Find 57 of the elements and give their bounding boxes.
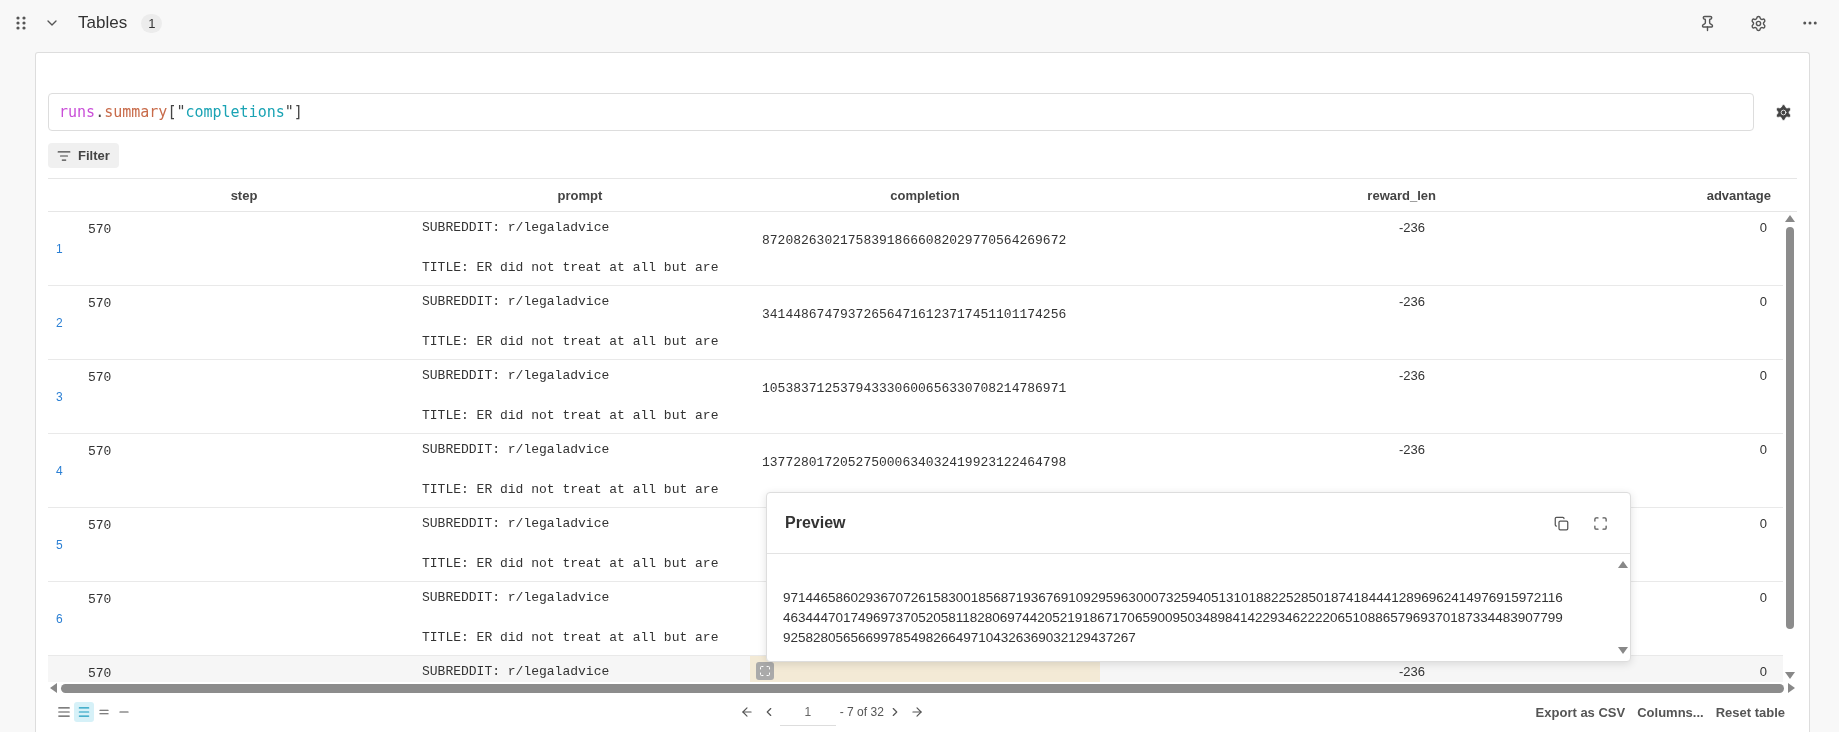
table-cell: 0 — [1759, 442, 1767, 457]
table-cell: -236 — [1398, 442, 1425, 457]
table-cell-text: 341448674793726564716123717451101174256 — [762, 305, 1067, 324]
row-density-button[interactable] — [74, 702, 94, 722]
filter-button[interactable]: Filter — [48, 143, 119, 168]
table-cell-text: 570 — [88, 517, 112, 535]
table-cell-text: 570 — [88, 295, 112, 313]
preview-text: 97144658602936707261583001856871936769109295963000732594051310188225285018741844412896962414976915972116 46344470174969737052058118280697442052191867170659009503489841422934622220651088657969370187334483907799 92582805656699785498266497104326369032129437267 — [783, 589, 1564, 647]
table-cell-text: SUBREDDIT: r/legaladvice TITLE: ER did not treat at all but are — [422, 219, 719, 277]
table-cell-text: SUBREDDIT: r/legaladvice TITLE: ER did not treat at all but are — [422, 367, 719, 425]
preview-title: Preview — [785, 514, 847, 532]
row-index-link[interactable]: 2 — [48, 315, 63, 330]
query-field[interactable]: runs.summary["completions"] — [48, 93, 1754, 131]
table-cell-text: 570 — [88, 591, 112, 609]
row-index-link[interactable]: 3 — [48, 389, 63, 404]
table-cell-text: SUBREDDIT: r/legaladvice TITLE: ER did not treat at all but are — [422, 293, 719, 351]
table-cell: -236 — [1398, 368, 1425, 383]
count-badge: 1 — [141, 13, 163, 33]
page-count: - 7 of 32 — [839, 705, 884, 719]
table-cell-text: SUBREDDIT: r/legaladvice — [422, 663, 610, 681]
lines-icon — [57, 705, 71, 719]
footer-action-button[interactable]: Columns... — [1631, 704, 1710, 720]
column-header[interactable]: step — [230, 187, 258, 203]
table-cell-text: 872082630217583918666082029770564269672 — [762, 231, 1067, 250]
row-index-link[interactable]: 4 — [48, 463, 63, 478]
table-cell-text: SUBREDDIT: r/legaladvice TITLE: ER did not treat at all but are — [422, 441, 719, 499]
table-cell: -236 — [1398, 294, 1425, 309]
column-header[interactable]: reward_len — [1367, 187, 1440, 203]
column-header[interactable]: completion — [890, 187, 960, 203]
table-cell-text: 570 — [88, 369, 112, 387]
table-cell-text: 570 — [88, 443, 112, 461]
row-index-link[interactable]: 6 — [48, 611, 63, 626]
table-cell: -236 — [1398, 220, 1425, 235]
table-cell: -236 — [1398, 664, 1425, 679]
table-cell: 0 — [1759, 516, 1767, 531]
lines-icon — [77, 705, 91, 719]
table-cell-text: 570 — [88, 665, 112, 682]
drag-handle-icon[interactable] — [16, 16, 26, 30]
table-cell-text: 570 — [88, 221, 112, 239]
row-index-link[interactable]: 5 — [48, 537, 63, 552]
table-cell-text: 137728017205275000634032419923122464798 — [762, 453, 1067, 472]
footer-action-button[interactable]: Reset table — [1709, 704, 1791, 720]
table-cell: 0 — [1759, 590, 1767, 605]
table-cell-text: SUBREDDIT: r/legaladvice TITLE: ER did not treat at all but are — [422, 589, 719, 647]
section-title: Tables — [78, 13, 128, 33]
column-header[interactable]: advantage — [1706, 187, 1775, 203]
table-cell: 0 — [1759, 294, 1767, 309]
table-cell: 0 — [1759, 368, 1767, 383]
filter-icon — [57, 148, 71, 163]
table-cell-text: SUBREDDIT: r/legaladvice TITLE: ER did not treat at all but are — [422, 515, 719, 573]
column-header[interactable]: prompt — [557, 187, 603, 203]
table-cell-text: 105383712537943330600656330708214786971 — [762, 379, 1067, 398]
footer-action-button[interactable]: Export as CSV — [1529, 704, 1632, 720]
table-cell: 0 — [1759, 220, 1767, 235]
expand-icon[interactable] — [756, 662, 774, 680]
row-index-link[interactable]: 1 — [48, 241, 63, 256]
table-cell: 0 — [1759, 664, 1767, 679]
